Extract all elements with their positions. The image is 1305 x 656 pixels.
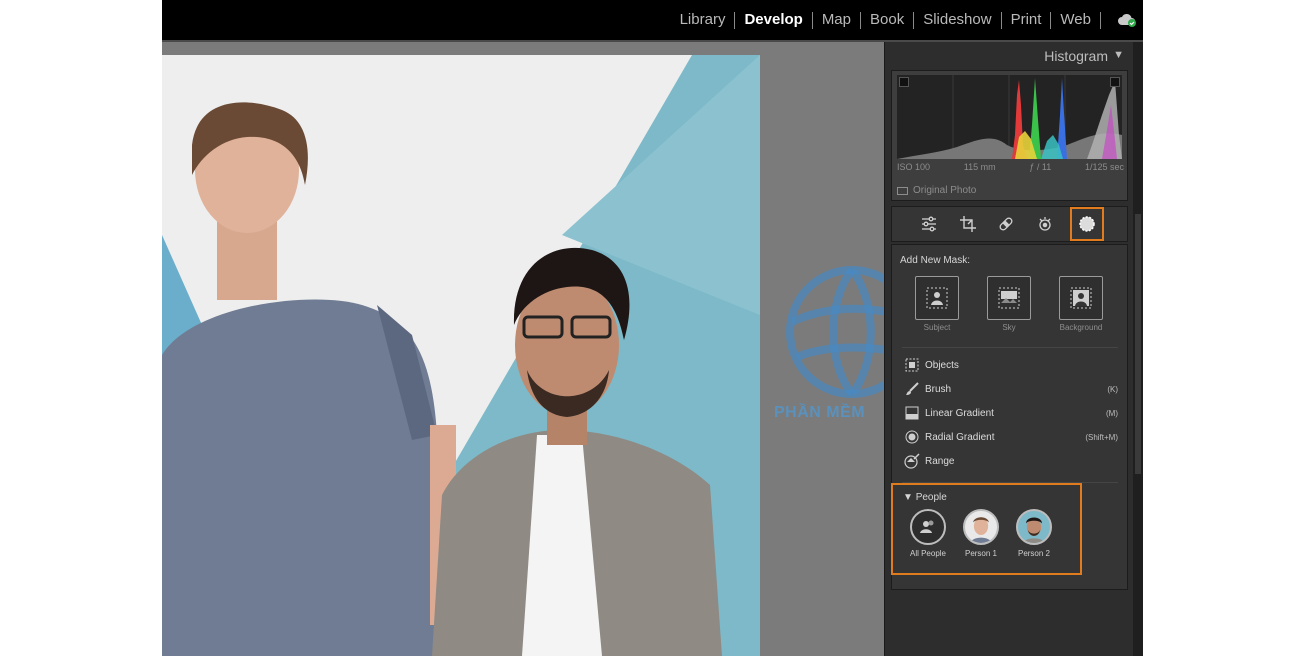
module-print[interactable]: Print [1002,0,1051,40]
collapse-triangle-icon[interactable]: ▼ [1113,49,1124,61]
module-book[interactable]: Book [861,0,913,40]
people-title: People [915,492,947,503]
range-label: Range [925,455,955,467]
sky-label: Sky [1002,323,1016,332]
module-separator [1100,11,1101,29]
radial-gradient-label: Radial Gradient [925,431,995,443]
linear-gradient-label: Linear Gradient [925,407,994,419]
shadow-clipping-indicator[interactable] [899,77,909,87]
tool-strip [891,206,1128,242]
histogram[interactable]: ISO 100 115 mm ƒ / 11 1/125 sec Original… [891,70,1128,201]
highlight-clipping-indicator[interactable] [1110,77,1120,87]
person-2-button[interactable]: Person 2 [1009,509,1059,558]
mask-tool-brush[interactable]: Brush (K) [904,379,1118,399]
all-people-label: All People [909,549,947,558]
exif-info: ISO 100 115 mm ƒ / 11 1/125 sec [897,162,1124,172]
subject-icon[interactable] [915,276,959,320]
masking-panel: Add New Mask: Subject Sky Background Obj… [891,244,1128,590]
module-develop[interactable]: Develop [735,0,811,40]
person-2-label: Person 2 [1017,549,1051,558]
subject-label: Subject [923,323,951,332]
original-photo-checkbox[interactable] [897,186,908,195]
exif-iso: ISO 100 [897,162,931,172]
scrollbar-thumb[interactable] [1135,214,1141,474]
person-1-button[interactable]: Person 1 [956,509,1006,558]
subject-mask-button[interactable]: Subject [914,276,960,332]
original-photo-label: Original Photo [913,185,977,196]
objects-icon [904,357,920,373]
mask-tool-radial-gradient[interactable]: Radial Gradient (Shift+M) [904,427,1118,447]
brush-icon [904,381,920,397]
people-section: ▼ People All People Person 1 Person 2 [891,483,1082,575]
background-icon[interactable] [1059,276,1103,320]
module-slideshow[interactable]: Slideshow [914,0,1000,40]
person-1-avatar[interactable] [963,509,999,545]
mask-tool-objects[interactable]: Objects [904,355,1118,375]
mask-tool-range[interactable]: Range [904,451,1118,471]
mask-tool-linear-gradient[interactable]: Linear Gradient (M) [904,403,1118,423]
masking-icon[interactable] [1069,207,1104,241]
right-panel: Histogram ▼ ISO 100 115 mm ƒ / 11 1/125 … [884,42,1143,656]
add-new-mask-label: Add New Mask: [900,255,971,266]
healing-icon[interactable] [992,210,1020,238]
module-web[interactable]: Web [1051,0,1100,40]
module-bar: Library Develop Map Book Slideshow Print… [162,0,1143,40]
radial-gradient-shortcut: (Shift+M) [1085,432,1118,442]
right-panel-scrollbar[interactable] [1133,42,1143,656]
photo-preview[interactable] [162,55,760,656]
mask-divider [902,347,1118,348]
red-eye-icon[interactable] [1031,210,1059,238]
crop-icon[interactable] [954,210,982,238]
portrait-photo [162,55,760,656]
people-header[interactable]: ▼ People [903,492,947,503]
lightroom-window: Library Develop Map Book Slideshow Print… [162,0,1143,656]
photo-canvas[interactable] [162,42,884,656]
background-label: Background [1059,323,1103,332]
original-photo-toggle[interactable]: Original Photo [897,185,976,196]
histogram-plot [897,75,1122,159]
exif-focal-length: 115 mm [963,162,996,172]
cloud-sync-icon[interactable] [1117,12,1137,28]
histogram-header[interactable]: Histogram ▼ [885,42,1134,68]
module-picker: Library Develop Map Book Slideshow Print… [671,0,1101,40]
objects-label: Objects [925,359,959,371]
exif-aperture: ƒ / 11 [1029,162,1052,172]
edit-sliders-icon[interactable] [915,210,943,238]
linear-gradient-icon [904,405,920,421]
module-map[interactable]: Map [813,0,860,40]
linear-gradient-shortcut: (M) [1106,408,1118,418]
person-2-avatar[interactable] [1016,509,1052,545]
brush-label: Brush [925,383,952,395]
person-1-label: Person 1 [964,549,998,558]
background-mask-button[interactable]: Background [1058,276,1104,332]
module-library[interactable]: Library [671,0,735,40]
all-people-icon[interactable] [910,509,946,545]
sky-icon[interactable] [987,276,1031,320]
histogram-title[interactable]: Histogram [1044,48,1108,64]
exif-shutter: 1/125 sec [1084,162,1124,172]
all-people-button[interactable]: All People [903,509,953,558]
range-icon [904,453,920,469]
sky-mask-button[interactable]: Sky [986,276,1032,332]
histogram-graph [897,75,1122,159]
radial-gradient-icon [904,429,920,445]
brush-shortcut: (K) [1107,384,1118,394]
